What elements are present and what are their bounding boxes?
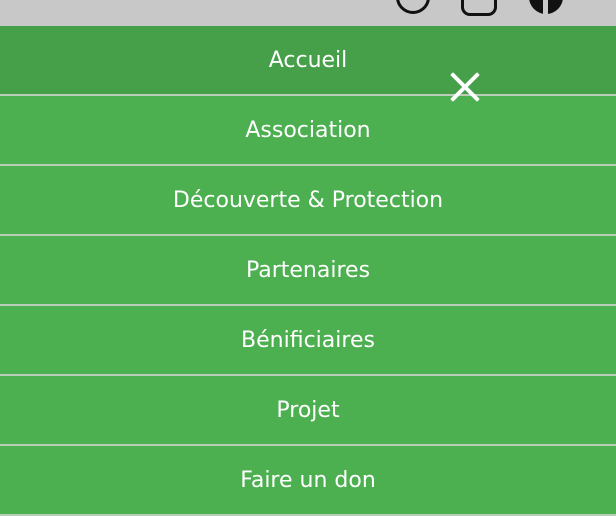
menu-item-label: Projet [276,397,340,423]
menu-item-faire-un-don[interactable]: Faire un don [0,446,616,516]
menu-item-label: Accueil [268,47,348,73]
facebook-icon[interactable] [529,0,563,14]
navigation-menu: Accueil Association Découverte & Protect… [0,26,616,516]
menu-item-label: Découverte & Protection [172,187,444,213]
menu-item-association[interactable]: Association [0,96,616,166]
menu-item-beneficiaires[interactable]: Bénificiaires [0,306,616,376]
top-bar [0,0,616,26]
menu-item-partenaires[interactable]: Partenaires [0,236,616,306]
instagram-icon[interactable] [461,0,497,16]
menu-item-label: Bénificiaires [241,327,375,353]
close-icon[interactable] [447,68,483,104]
menu-item-accueil[interactable]: Accueil [0,26,616,96]
menu-item-label: Association [245,117,371,143]
menu-item-decouverte-protection[interactable]: Découverte & Protection [0,166,616,236]
menu-item-label: Faire un don [240,467,376,493]
circle-icon[interactable] [396,0,430,14]
menu-item-label: Partenaires [245,257,371,283]
menu-item-projet[interactable]: Projet [0,376,616,446]
